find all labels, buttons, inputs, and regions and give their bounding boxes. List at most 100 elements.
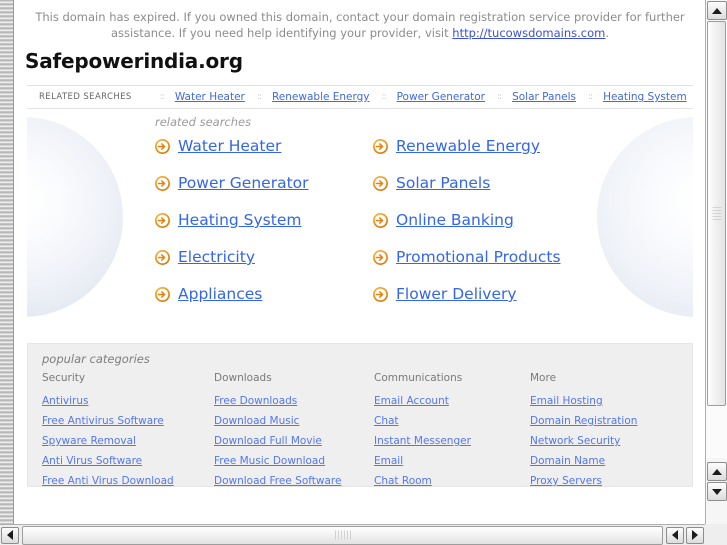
vertical-scroll-button-pair [706,461,727,502]
related-search-link-0[interactable]: Water Heater [175,91,245,103]
page-document: This domain has expired. If you owned th… [15,0,705,524]
related-searches-bar: RELATED SEARCHES :: Water Heater :: Rene… [27,85,693,109]
category-heading: More [530,372,557,384]
arrow-circle-right-icon [155,286,170,302]
hero-link-item-6[interactable]: Electricity [155,248,373,266]
hero-link-label: Promotional Products [396,248,561,266]
popular-categories-title: popular categories [42,352,150,366]
category-link[interactable]: Spyware Removal [42,431,214,451]
hero-link-label: Renewable Energy [396,137,541,155]
category-link[interactable]: Free Antivirus Software [42,411,214,431]
hero-link-label: Appliances [178,285,263,303]
hero-label: related searches [155,115,252,129]
category-link[interactable]: Free Anti Virus Download [42,471,214,491]
category-link[interactable]: Domain Name [530,451,692,471]
triangle-up-icon [712,468,722,475]
category-link[interactable]: Email [374,451,530,471]
hero-link-label: Online Banking [396,211,514,229]
triangle-left-icon [672,530,678,540]
arrow-circle-right-icon [155,175,170,191]
scroll-thumb-grip-icon [712,206,721,221]
notice-text-after: . [605,26,610,40]
arrow-circle-right-icon [155,212,170,228]
arrow-circle-right-icon [373,175,388,191]
separator-dots: :: [381,92,387,102]
category-link[interactable]: Download Music [214,411,374,431]
category-heading: Downloads [214,372,272,384]
related-searches-hero: related searches Water Heater Renewable … [27,109,693,331]
scroll-up-button[interactable] [706,1,727,20]
category-link[interactable]: Network Security [530,431,692,451]
hero-link-item-5[interactable]: Online Banking [373,211,693,229]
separator-dots: :: [256,92,262,102]
category-link[interactable]: Anti Virus Software [42,451,214,471]
scroll-left-button-secondary[interactable] [666,526,684,544]
hero-link-item-9[interactable]: Flower Delivery [373,285,693,303]
triangle-right-icon [692,530,698,540]
hero-link-item-4[interactable]: Heating System [155,211,373,229]
horizontal-scroll-thumb[interactable] [22,525,663,545]
category-link[interactable]: Chat [374,411,530,431]
scroll-thumb-grip-icon [334,530,351,540]
tucows-domains-link[interactable]: http://tucowsdomains.com [452,26,605,40]
category-link[interactable]: Chat Room [374,471,530,491]
category-link[interactable]: Free Music Download [214,451,374,471]
expired-domain-notice: This domain has expired. If you owned th… [15,0,705,43]
scroll-right-button[interactable] [686,526,704,544]
related-search-link-1[interactable]: Renewable Energy [272,91,370,103]
vertical-scrollbar[interactable] [705,0,727,524]
hero-link-item-8[interactable]: Appliances [155,285,373,303]
hero-link-item-1[interactable]: Renewable Energy [373,137,693,155]
decorative-circle-left [27,117,123,317]
category-link[interactable]: Proxy Servers [530,471,692,491]
separator-dots: :: [497,92,502,102]
horizontal-scroll-button-pair [665,526,705,544]
category-column-downloads: Downloads Free Downloads Download Music … [214,372,374,491]
browser-window: This domain has expired. If you owned th… [0,0,727,545]
arrow-circle-right-icon [155,138,170,154]
category-link[interactable]: Email Account [374,391,530,411]
category-heading: Communications [374,372,463,384]
scroll-left-button[interactable] [1,526,19,544]
category-link[interactable]: Antivirus [42,391,214,411]
page-title: Safepowerindia.org [25,49,243,73]
scrollbar-corner [705,524,727,545]
related-searches-links: :: Water Heater :: Renewable Energy :: P… [160,91,699,103]
arrow-circle-right-icon [373,286,388,302]
category-link[interactable]: Free Downloads [214,391,374,411]
category-column-more: More Email Hosting Domain Registration N… [530,372,692,491]
hero-link-item-3[interactable]: Solar Panels [373,174,693,192]
hero-link-label: Solar Panels [396,174,491,192]
triangle-down-icon [712,488,722,495]
category-heading: Security [42,372,86,384]
vertical-scroll-track[interactable] [706,21,727,458]
hero-link-label: Power Generator [178,174,309,192]
horizontal-scrollbar[interactable] [0,524,727,545]
popular-categories-panel: popular categories Security Antivirus Fr… [27,343,693,487]
window-left-edge-strip [0,0,14,524]
hero-link-label: Heating System [178,211,302,229]
triangle-left-icon [7,530,13,540]
hero-link-item-2[interactable]: Power Generator [155,174,373,192]
category-column-security: Security Antivirus Free Antivirus Softwa… [42,372,214,491]
related-search-link-3[interactable]: Solar Panels [512,91,576,103]
hero-link-item-0[interactable]: Water Heater [155,137,373,155]
hero-link-label: Electricity [178,248,255,266]
related-search-link-4[interactable]: Heating System [603,91,687,103]
separator-dots: :: [159,92,165,102]
scroll-down-button[interactable] [707,482,727,501]
separator-dots: :: [587,92,593,102]
category-link[interactable]: Download Full Movie [214,431,374,451]
arrow-circle-right-icon [373,212,388,228]
hero-link-label: Flower Delivery [396,285,517,303]
category-link[interactable]: Download Free Software [214,471,374,491]
triangle-up-icon [711,7,722,14]
category-link[interactable]: Email Hosting [530,391,692,411]
scroll-up-button-secondary[interactable] [707,462,727,481]
hero-link-item-7[interactable]: Promotional Products [373,248,693,266]
horizontal-scroll-track[interactable] [22,525,663,545]
category-link[interactable]: Instant Messenger [374,431,530,451]
vertical-scroll-thumb[interactable] [707,21,726,406]
related-search-link-2[interactable]: Power Generator [397,91,485,103]
category-link[interactable]: Domain Registration [530,411,692,431]
